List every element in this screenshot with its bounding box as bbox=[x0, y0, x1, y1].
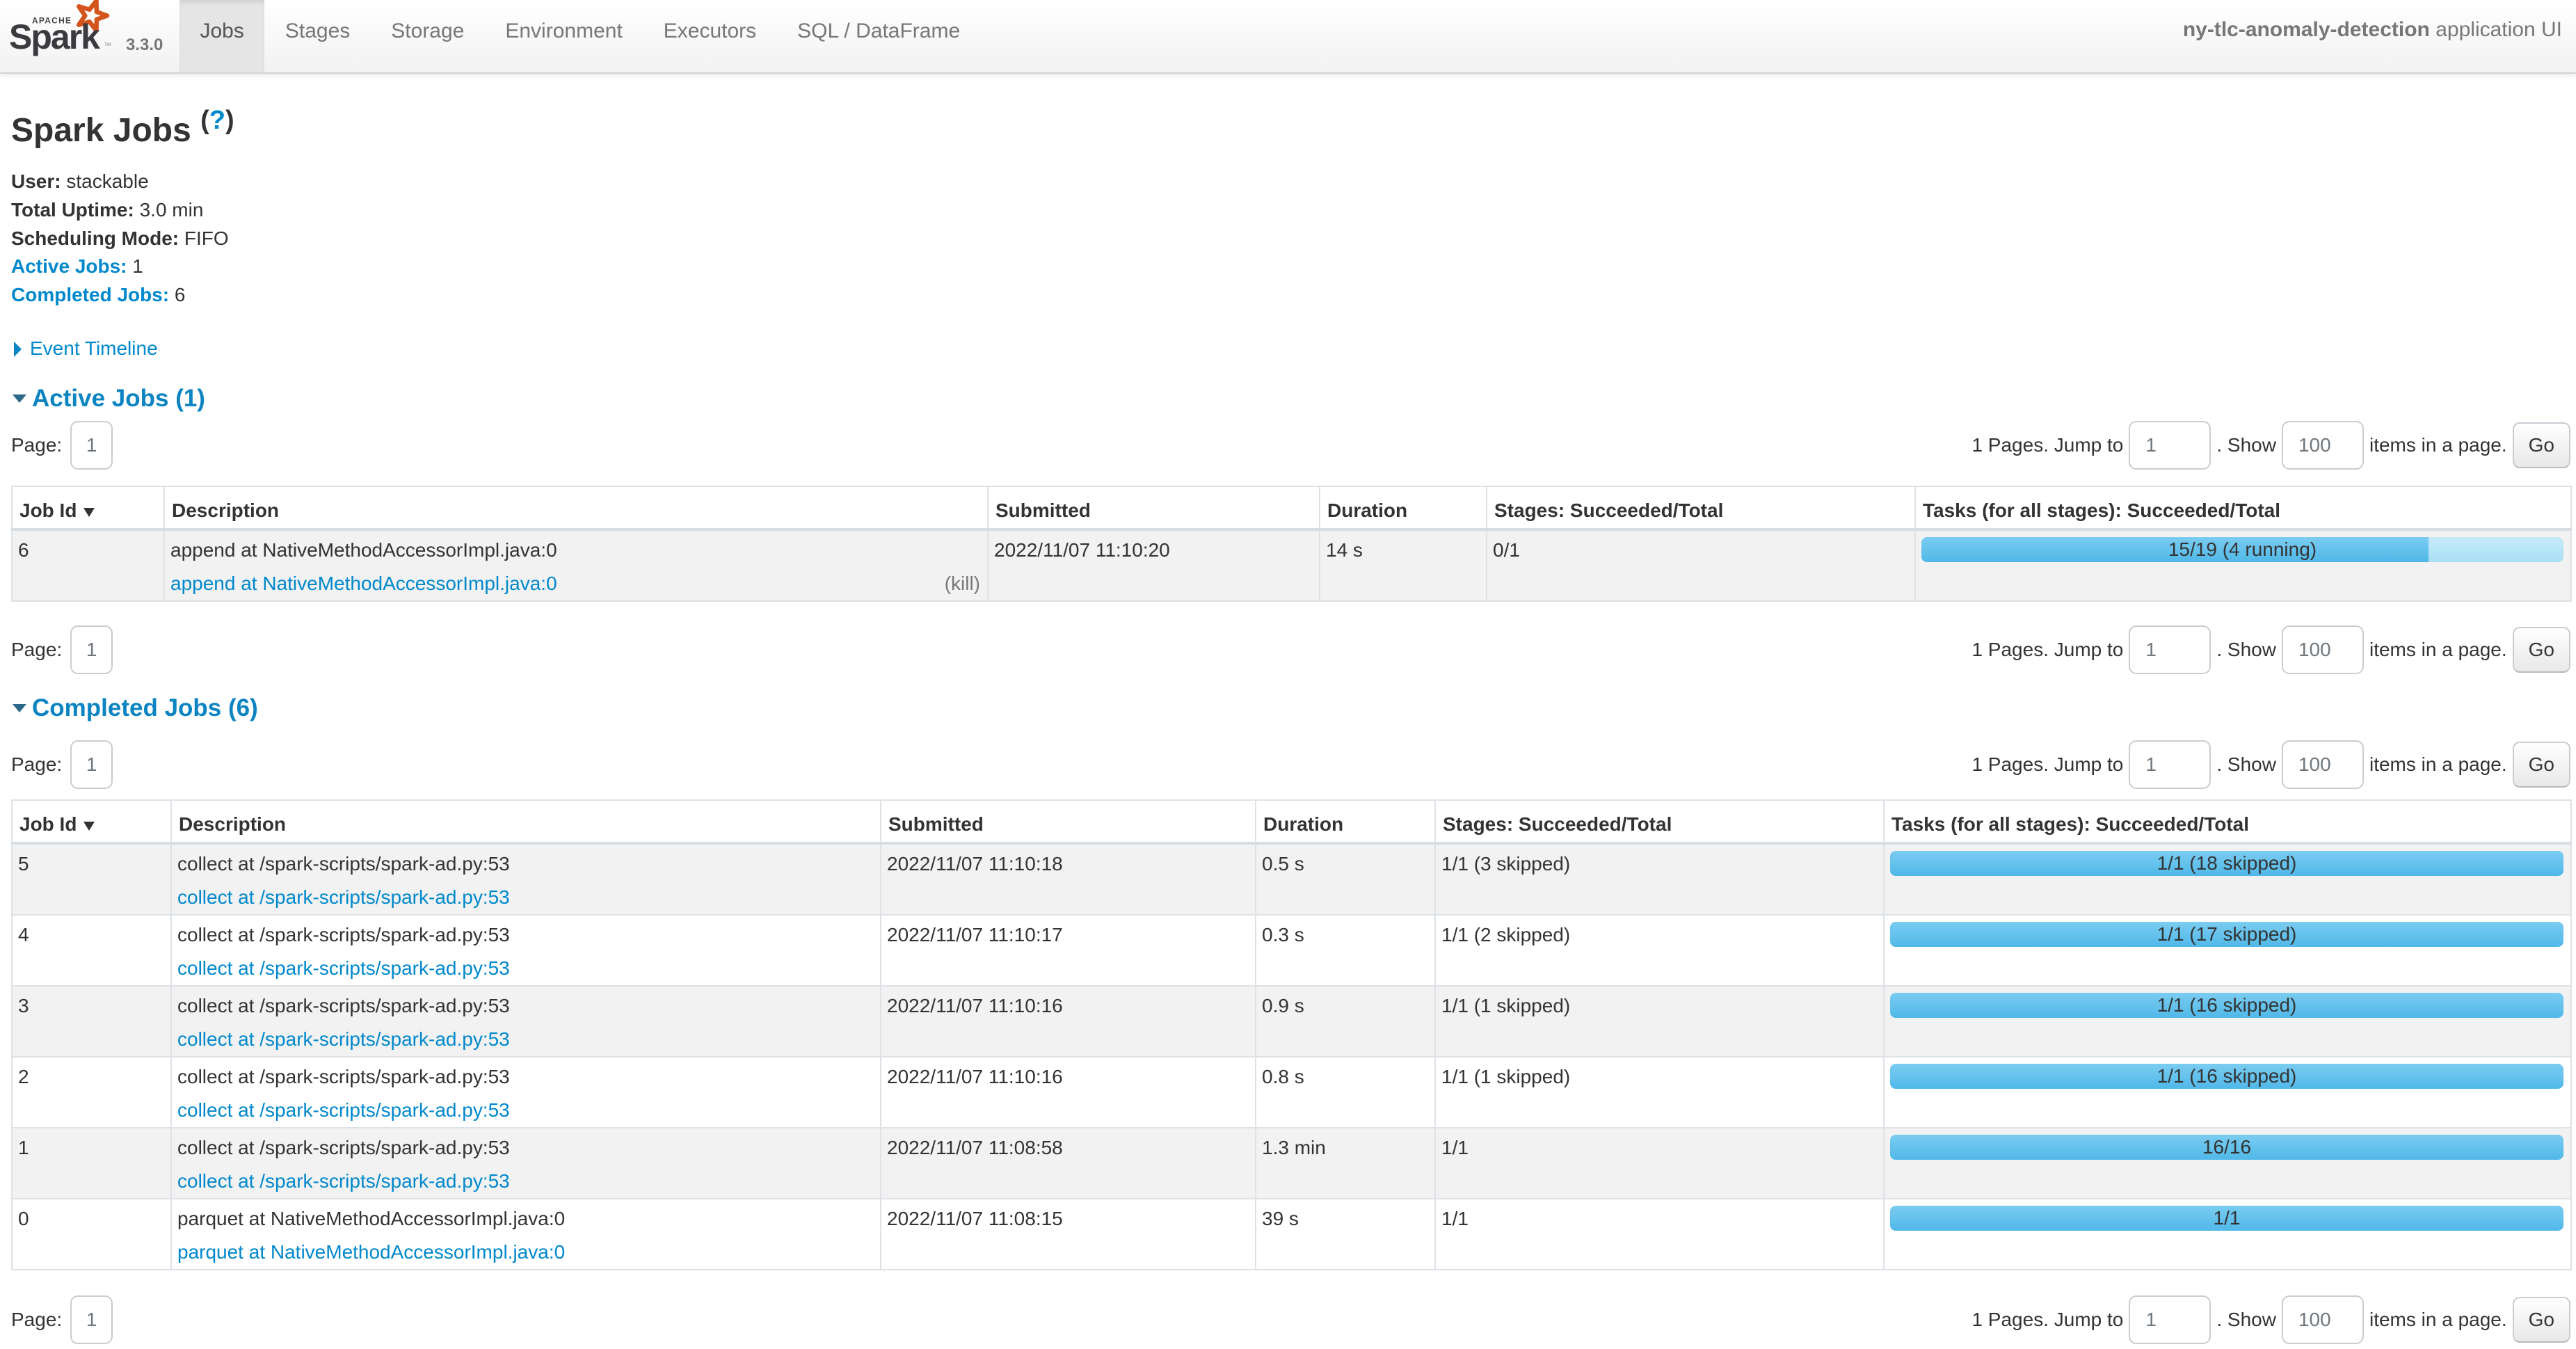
svg-text:TM: TM bbox=[104, 42, 111, 47]
svg-text:Spark: Spark bbox=[9, 17, 100, 56]
